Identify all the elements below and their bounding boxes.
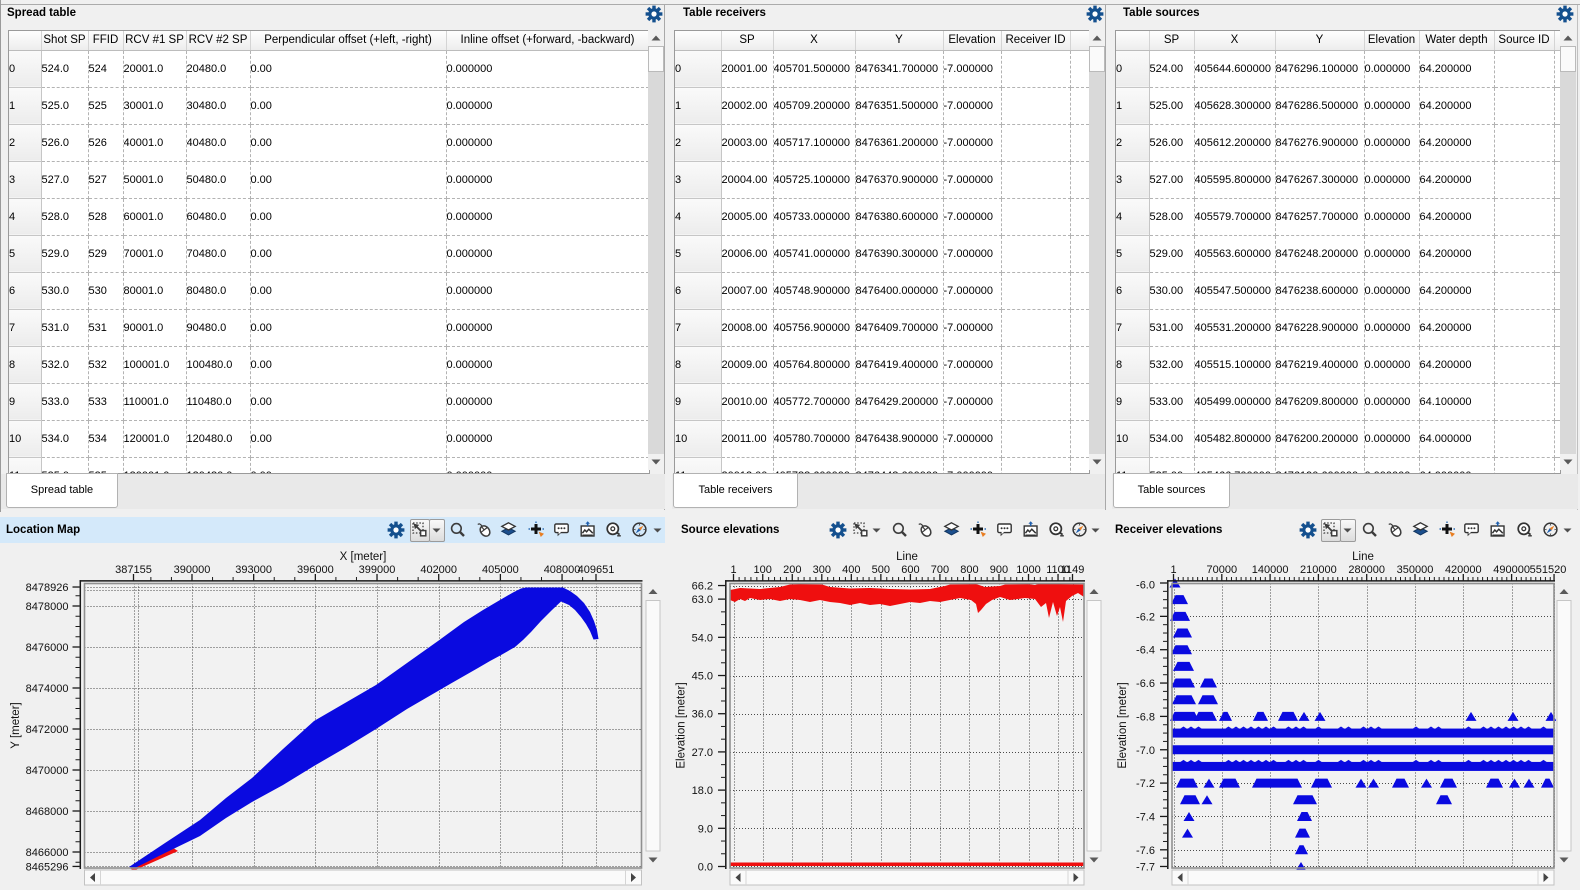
svg-text:Elevation [meter]: Elevation [meter] (676, 682, 688, 768)
svg-text:-6.2: -6.2 (1136, 611, 1155, 623)
svg-text:-6.8: -6.8 (1136, 711, 1155, 723)
svg-text:8465296: 8465296 (26, 861, 69, 873)
svg-text:500: 500 (872, 564, 890, 576)
svg-text:63.0: 63.0 (692, 594, 713, 606)
svg-text:402000: 402000 (420, 564, 457, 576)
svg-text:-7.4: -7.4 (1136, 811, 1155, 823)
svg-text:1: 1 (730, 564, 736, 576)
svg-text:36.0: 36.0 (692, 709, 713, 721)
svg-text:399000: 399000 (359, 564, 396, 576)
svg-text:551520: 551520 (1530, 564, 1567, 576)
svg-text:405000: 405000 (482, 564, 519, 576)
svg-text:18.0: 18.0 (692, 785, 713, 797)
svg-text:393000: 393000 (235, 564, 272, 576)
svg-text:0.0: 0.0 (698, 862, 713, 874)
svg-text:Elevation [meter]: Elevation [meter] (1117, 682, 1129, 768)
svg-text:280000: 280000 (1348, 564, 1385, 576)
svg-text:Line: Line (1352, 551, 1374, 563)
svg-text:-7.2: -7.2 (1136, 778, 1155, 790)
svg-text:8472000: 8472000 (26, 724, 69, 736)
svg-text:800: 800 (960, 564, 978, 576)
svg-text:1149: 1149 (1061, 564, 1085, 576)
svg-text:600: 600 (901, 564, 919, 576)
svg-text:45.0: 45.0 (692, 671, 713, 683)
svg-text:-7.6: -7.6 (1136, 845, 1155, 857)
svg-text:300: 300 (813, 564, 831, 576)
svg-text:420000: 420000 (1445, 564, 1482, 576)
svg-text:400: 400 (842, 564, 860, 576)
svg-text:1: 1 (1170, 564, 1176, 576)
svg-text:409651: 409651 (578, 564, 615, 576)
svg-text:8476000: 8476000 (26, 642, 69, 654)
svg-text:387155: 387155 (115, 564, 152, 576)
svg-text:X [meter]: X [meter] (340, 551, 387, 563)
svg-text:66.2: 66.2 (692, 581, 713, 593)
svg-text:-7.0: -7.0 (1136, 745, 1155, 757)
svg-text:70000: 70000 (1207, 564, 1238, 576)
svg-text:27.0: 27.0 (692, 747, 713, 759)
svg-text:8466000: 8466000 (26, 847, 69, 859)
svg-text:490000: 490000 (1493, 564, 1530, 576)
svg-text:8470000: 8470000 (26, 765, 69, 777)
svg-text:Y [meter]: Y [meter] (10, 702, 22, 748)
svg-text:-6.6: -6.6 (1136, 678, 1155, 690)
svg-text:350000: 350000 (1397, 564, 1434, 576)
svg-text:1000: 1000 (1016, 564, 1040, 576)
svg-text:390000: 390000 (174, 564, 211, 576)
svg-text:100: 100 (754, 564, 772, 576)
svg-text:8478926: 8478926 (26, 582, 69, 594)
svg-text:8474000: 8474000 (26, 683, 69, 695)
svg-text:700: 700 (931, 564, 949, 576)
svg-text:200: 200 (783, 564, 801, 576)
svg-text:-6.0: -6.0 (1136, 580, 1155, 592)
svg-text:-7.7: -7.7 (1136, 861, 1155, 873)
svg-text:-6.4: -6.4 (1136, 645, 1155, 657)
svg-text:408000: 408000 (544, 564, 581, 576)
svg-text:Line: Line (896, 551, 918, 563)
svg-text:9.0: 9.0 (698, 823, 713, 835)
svg-text:8468000: 8468000 (26, 806, 69, 818)
svg-text:8478000: 8478000 (26, 601, 69, 613)
svg-text:210000: 210000 (1300, 564, 1337, 576)
svg-text:900: 900 (990, 564, 1008, 576)
svg-text:396000: 396000 (297, 564, 334, 576)
svg-text:54.0: 54.0 (692, 632, 713, 644)
svg-text:140000: 140000 (1252, 564, 1289, 576)
